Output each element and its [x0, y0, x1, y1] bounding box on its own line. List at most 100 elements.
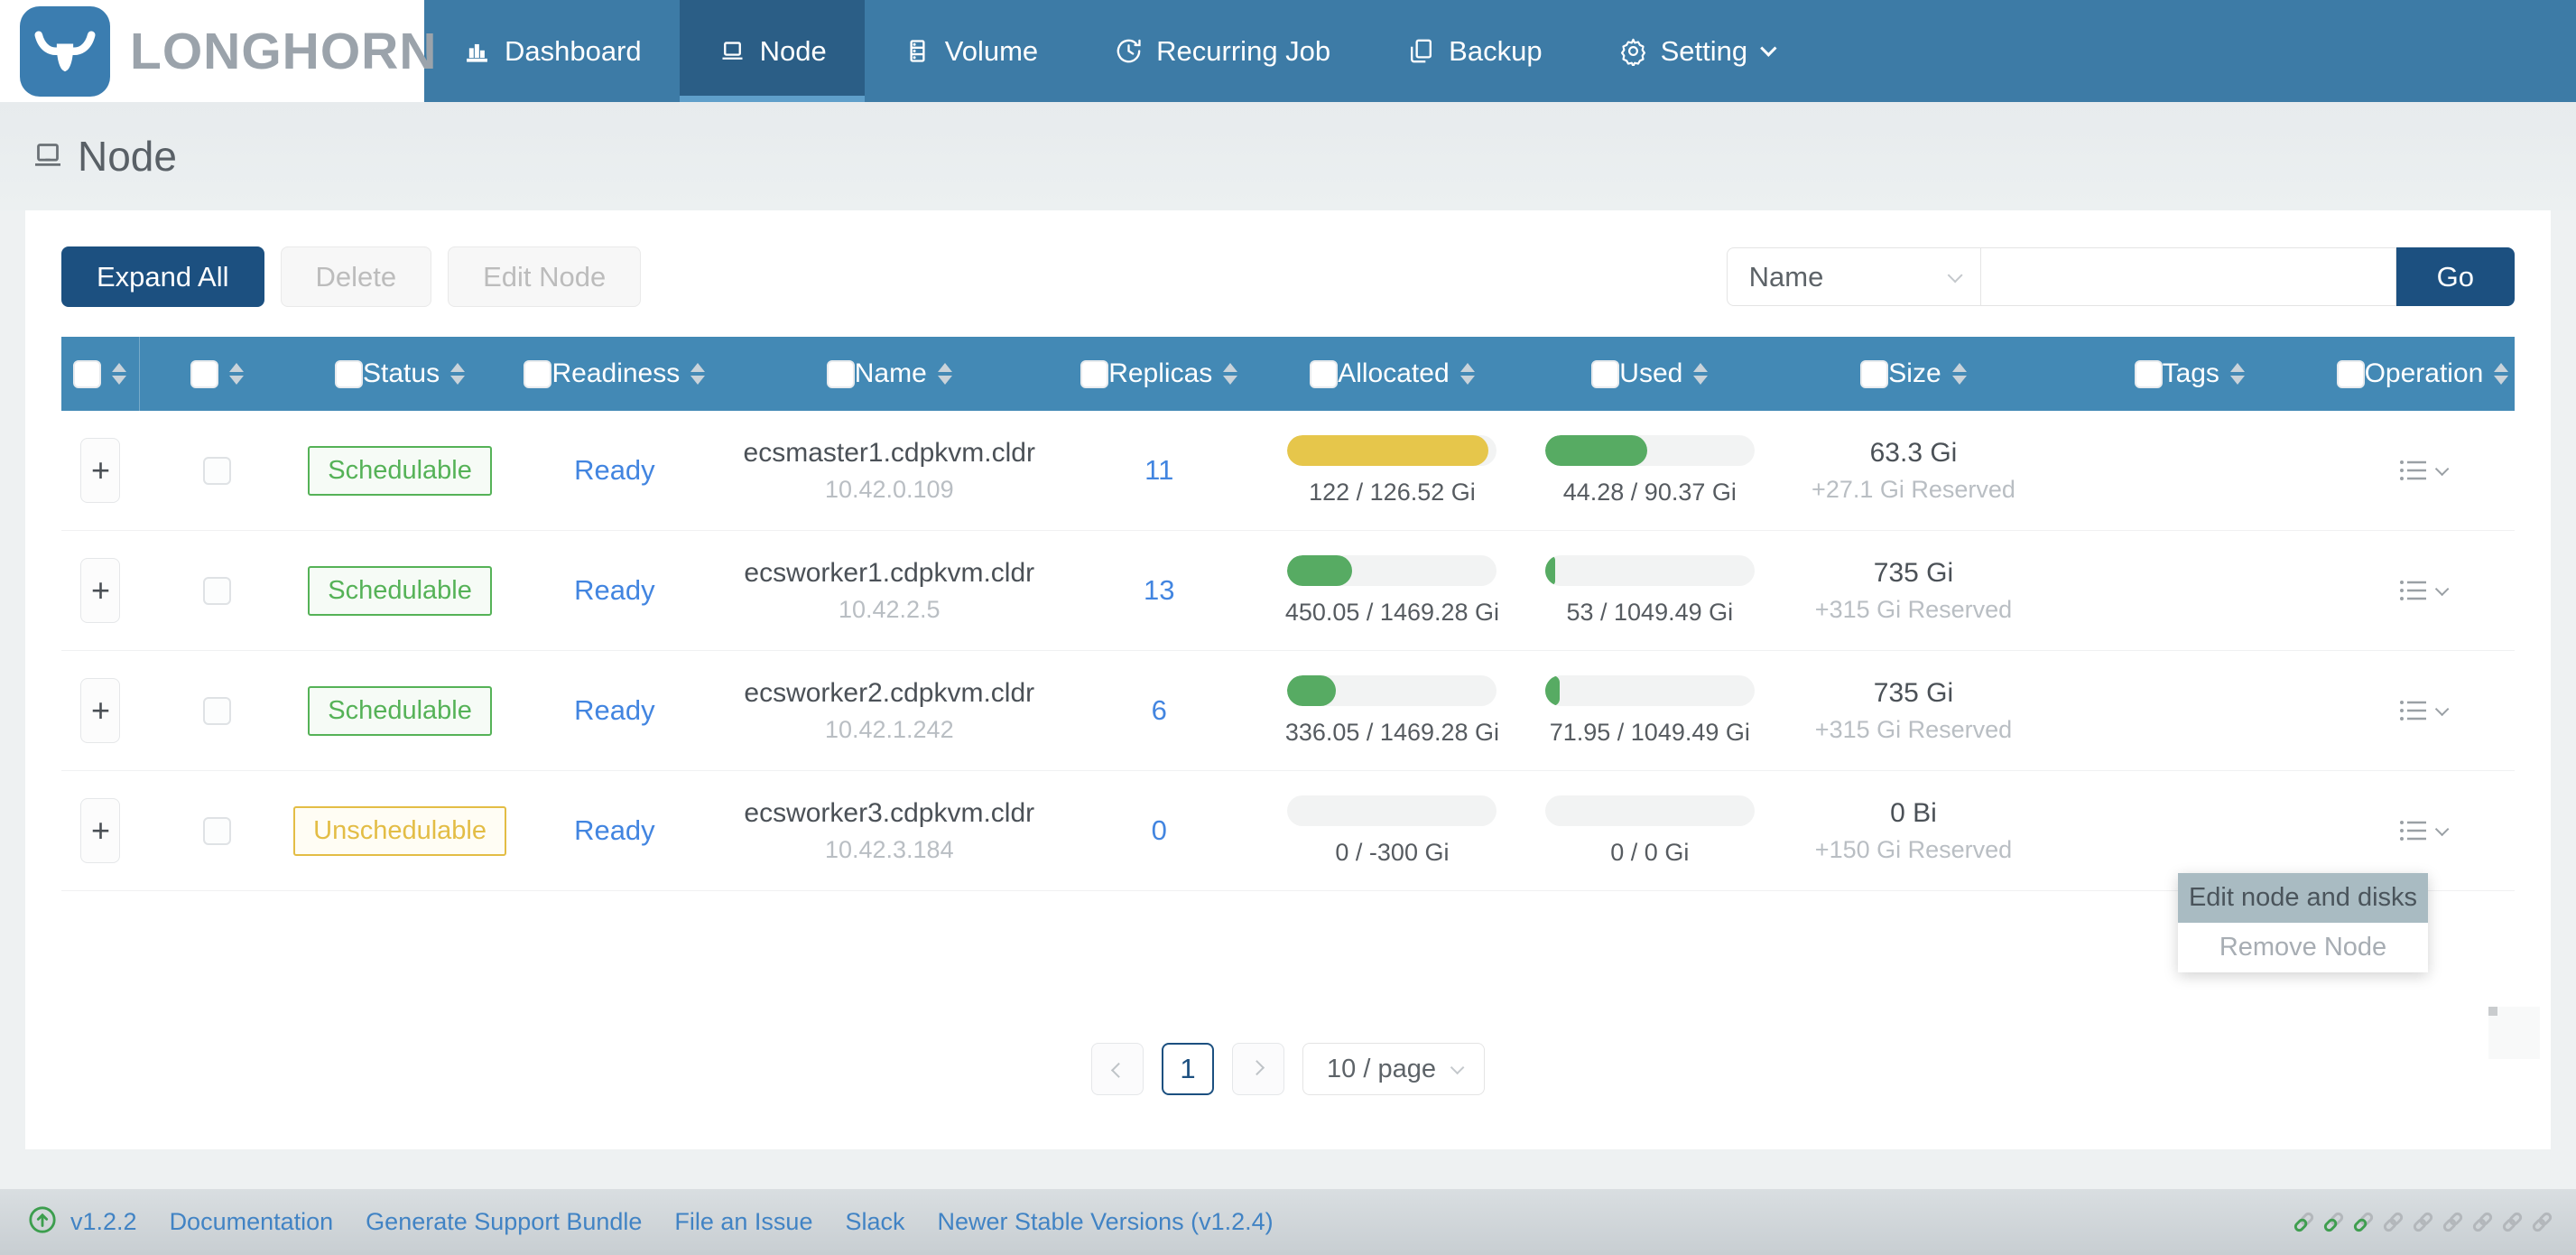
footer-link-file-an-issue[interactable]: File an Issue [674, 1208, 812, 1236]
table-row: + Schedulable Ready ecsworker2.cdpkvm.cl… [61, 651, 2515, 771]
recurring-job-icon [1114, 36, 1144, 66]
go-button[interactable]: Go [2395, 247, 2515, 306]
select-all-checkbox[interactable] [826, 359, 855, 388]
scroll-corner-artifact [2488, 1007, 2540, 1059]
nav-item-recurring-job[interactable]: Recurring Job [1076, 0, 1368, 102]
select-all-checkbox[interactable] [335, 359, 364, 388]
readiness-value[interactable]: Ready [574, 574, 655, 607]
select-all-checkbox[interactable] [73, 359, 102, 388]
allocated-progress-bar [1287, 674, 1497, 706]
operation-menu-button[interactable] [2399, 818, 2450, 843]
used-label: 53 / 1049.49 Gi [1566, 598, 1734, 626]
row-checkbox[interactable] [203, 816, 232, 845]
sort-icon[interactable] [229, 363, 245, 385]
list-icon [2400, 460, 2427, 480]
replicas-count[interactable]: 11 [1144, 454, 1173, 487]
column-header-replicas: Replicas [1055, 337, 1264, 411]
allocated-label: 450.05 / 1469.28 Gi [1284, 598, 1500, 626]
sort-icon[interactable] [1459, 363, 1475, 385]
sort-icon[interactable] [112, 363, 127, 385]
column-header-operation: Operation [2330, 337, 2515, 411]
row-checkbox[interactable] [203, 696, 232, 725]
column-header-allocated: Allocated [1264, 337, 1521, 411]
volume-icon [903, 36, 932, 66]
delete-button[interactable]: Delete [280, 246, 432, 307]
replicas-count[interactable]: 6 [1152, 694, 1167, 727]
replicas-count[interactable]: 13 [1144, 574, 1174, 607]
footer: v1.2.2 Documentation Generate Support Bun… [0, 1189, 2576, 1255]
sort-icon[interactable] [937, 363, 952, 385]
select-all-checkbox[interactable] [1860, 359, 1889, 388]
column-label: Replicas [1108, 358, 1213, 388]
row-checkbox[interactable] [203, 576, 232, 605]
footer-link-documentation[interactable]: Documentation [170, 1208, 334, 1236]
nav-item-node[interactable]: Node [679, 0, 865, 102]
sort-icon[interactable] [2229, 363, 2245, 385]
page-title: Node [78, 133, 177, 180]
select-all-checkbox[interactable] [2134, 359, 2163, 388]
sort-icon[interactable] [2494, 363, 2509, 385]
expand-row-button[interactable]: + [80, 678, 121, 743]
footer-link-generate-support-bundle[interactable]: Generate Support Bundle [366, 1208, 642, 1236]
menu-item-remove-node[interactable]: Remove Node [2178, 923, 2428, 972]
longhorn-logo-icon [20, 5, 110, 97]
select-all-checkbox[interactable] [524, 359, 552, 388]
logo-text: LONGHORN [130, 22, 438, 80]
readiness-value[interactable]: Ready [574, 454, 655, 487]
nav-item-label: Node [759, 34, 827, 67]
column-label: Used [1619, 358, 1683, 388]
search-input[interactable] [1980, 247, 2396, 306]
node-name: ecsworker2.cdpkvm.cldr [744, 677, 1035, 708]
nav-item-setting[interactable]: Setting [1580, 0, 1811, 102]
select-all-checkbox[interactable] [1080, 359, 1109, 388]
main-nav: Dashboard Node Volume Recurring Job Back… [424, 0, 1810, 102]
expand-all-button[interactable]: Expand All [61, 246, 264, 307]
chevron-down-icon [1450, 1060, 1465, 1074]
next-page-button[interactable] [1232, 1043, 1285, 1095]
select-all-checkbox[interactable] [1310, 359, 1339, 388]
operation-menu-button[interactable] [2399, 578, 2450, 603]
readiness-value[interactable]: Ready [574, 694, 655, 727]
select-all-checkbox[interactable] [1591, 359, 1620, 388]
sort-icon[interactable] [690, 363, 706, 385]
chevron-right-icon [1249, 1060, 1265, 1076]
nav-item-dashboard[interactable]: Dashboard [424, 0, 680, 102]
node-icon [718, 36, 747, 66]
expand-row-button[interactable]: + [80, 438, 121, 503]
operation-menu-button[interactable] [2399, 458, 2450, 483]
current-page-button[interactable]: 1 [1162, 1043, 1215, 1095]
chain-link-icon-active [2353, 1212, 2374, 1232]
logo-link[interactable]: LONGHORN [0, 0, 436, 102]
column-header-readiness: Readiness [505, 337, 724, 411]
used-label: 44.28 / 90.37 Gi [1562, 478, 1737, 506]
expand-row-button[interactable]: + [80, 558, 121, 623]
sort-icon[interactable] [1951, 363, 1967, 385]
nav-item-volume[interactable]: Volume [865, 0, 1076, 102]
nav-item-backup[interactable]: Backup [1368, 0, 1580, 102]
version-link[interactable]: v1.2.2 [70, 1208, 137, 1236]
replicas-count[interactable]: 0 [1152, 814, 1167, 847]
search-bar: Name Go [1726, 247, 2515, 306]
prev-page-button[interactable] [1091, 1043, 1144, 1095]
used-progress-bar [1544, 674, 1755, 706]
footer-link-newer-stable-versions-v1-2-4-[interactable]: Newer Stable Versions (v1.2.4) [938, 1208, 1274, 1236]
sort-icon[interactable] [450, 363, 466, 385]
select-all-checkbox[interactable] [190, 359, 219, 388]
page-size-value: 10 / page [1327, 1054, 1436, 1083]
row-checkbox[interactable] [203, 456, 232, 485]
health-chain-icons [2292, 1210, 2554, 1234]
menu-item-edit-node-and-disks[interactable]: Edit node and disks [2178, 873, 2428, 923]
select-all-checkbox[interactable] [2336, 359, 2365, 388]
sort-icon[interactable] [1223, 363, 1238, 385]
footer-links: Documentation Generate Support Bundle File… [137, 1208, 1274, 1236]
search-field-select[interactable]: Name [1726, 247, 1981, 306]
sort-icon[interactable] [1693, 363, 1709, 385]
edit-node-button[interactable]: Edit Node [448, 246, 642, 307]
footer-link-slack[interactable]: Slack [845, 1208, 904, 1236]
expand-row-button[interactable]: + [80, 798, 121, 863]
operation-menu-button[interactable] [2399, 698, 2450, 723]
page-size-select[interactable]: 10 / page [1302, 1043, 1485, 1095]
node-name: ecsmaster1.cdpkvm.cldr [743, 437, 1035, 468]
readiness-value[interactable]: Ready [574, 814, 655, 847]
column-header-used: Used [1521, 337, 1778, 411]
